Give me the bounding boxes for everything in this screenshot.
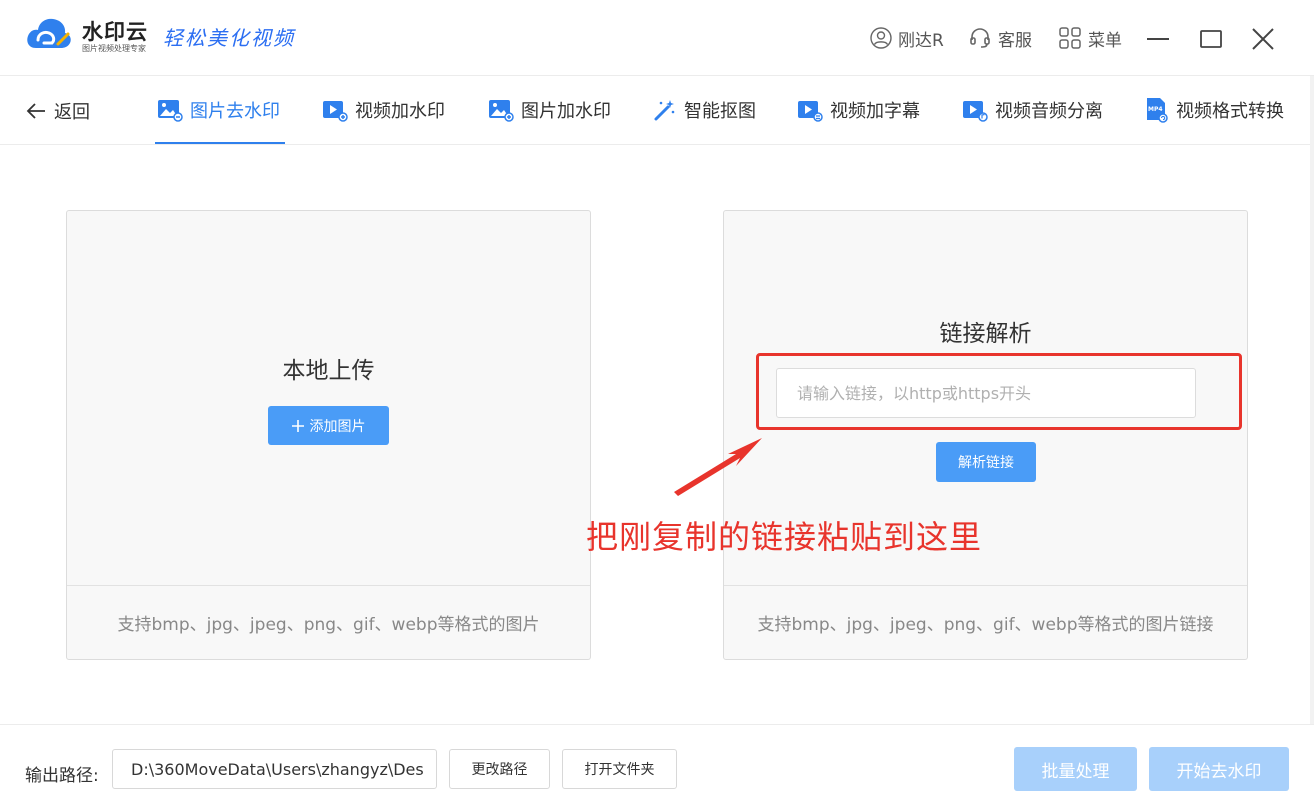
add-image-button[interactable]: 添加图片	[268, 406, 389, 445]
cloud-logo-icon	[27, 18, 71, 48]
annotation-arrow-icon	[674, 438, 762, 496]
batch-process-button[interactable]: 批量处理	[1014, 747, 1137, 791]
minimize-button[interactable]	[1143, 24, 1173, 54]
tab-label: 图片加水印	[521, 101, 611, 122]
video-add-icon	[323, 101, 348, 122]
tab-video-format-conversion[interactable]: MP4 视频格式转换	[1145, 97, 1284, 123]
close-icon	[1252, 28, 1274, 50]
tab-image-add-watermark[interactable]: 图片加水印	[488, 97, 611, 123]
menu-button[interactable]: 菜单	[1058, 24, 1122, 52]
change-path-button[interactable]: 更改路径	[449, 749, 550, 789]
active-tab-indicator	[155, 142, 285, 144]
tab-label: 图片去水印	[190, 101, 280, 122]
bottom-bar: 输出路径: D:\360MoveData\Users\zhangyz\Des 更…	[0, 724, 1314, 810]
parse-link-button[interactable]: 解析链接	[936, 442, 1036, 482]
annotation-text: 把刚复制的链接粘贴到这里	[586, 518, 983, 556]
tab-smart-cutout[interactable]: 智能抠图	[653, 97, 756, 123]
feature-nav-bar: 返回 图片去水印 视频加水印 图片加水印 智能抠图 视频加字幕 视频音频分离 M…	[0, 76, 1314, 145]
close-button[interactable]	[1248, 24, 1278, 54]
local-upload-formats: 支持bmp、jpg、jpeg、png、gif、webp等格式的图片	[67, 585, 590, 659]
minimize-icon	[1147, 38, 1169, 40]
title-bar: 水印云 图片视频处理专家 轻松美化视频 刚达R 客服 菜单	[0, 0, 1314, 76]
tab-label: 视频音频分离	[995, 101, 1103, 122]
local-upload-card[interactable]: 本地上传 添加图片 支持bmp、jpg、jpeg、png、gif、webp等格式…	[66, 210, 591, 660]
maximize-button[interactable]	[1196, 24, 1226, 54]
tab-video-add-subtitles[interactable]: 视频加字幕	[797, 97, 920, 123]
mp4-file-icon: MP4	[1147, 98, 1168, 123]
headset-icon	[970, 28, 990, 48]
grid-menu-icon	[1059, 27, 1081, 49]
annotation-highlight-box	[756, 353, 1242, 430]
window-right-edge	[1310, 76, 1314, 724]
arrow-left-icon	[26, 103, 45, 119]
image-add-icon	[489, 100, 514, 122]
plus-icon	[291, 419, 304, 432]
add-image-label: 添加图片	[309, 418, 366, 435]
video-audio-icon	[963, 101, 988, 122]
start-remove-watermark-button[interactable]: 开始去水印	[1149, 747, 1289, 791]
magic-wand-icon	[654, 100, 675, 121]
customer-service-button[interactable]: 客服	[968, 24, 1032, 52]
user-name: 刚达R	[898, 30, 944, 51]
menu-label: 菜单	[1088, 30, 1122, 51]
image-icon	[158, 100, 183, 122]
tab-label: 视频格式转换	[1176, 101, 1284, 122]
brand-subtitle: 图片视频处理专家	[82, 44, 146, 53]
maximize-icon	[1200, 30, 1222, 48]
output-path-field[interactable]: D:\360MoveData\Users\zhangyz\Des	[112, 749, 437, 789]
local-upload-title: 本地上传	[282, 358, 375, 384]
tab-label: 视频加水印	[355, 101, 445, 122]
tab-label: 智能抠图	[684, 101, 756, 122]
video-subtitle-icon	[798, 101, 823, 122]
output-path-label: 输出路径:	[25, 766, 99, 786]
link-parse-title: 链接解析	[939, 321, 1032, 347]
mp4-badge-text: MP4	[1148, 106, 1163, 113]
back-button[interactable]: 返回	[26, 98, 90, 124]
parse-link-label: 解析链接	[958, 455, 1014, 471]
tab-image-watermark-removal[interactable]: 图片去水印	[157, 97, 280, 123]
user-account[interactable]: 刚达R	[870, 24, 944, 52]
tab-video-add-watermark[interactable]: 视频加水印	[322, 97, 445, 123]
tab-label: 视频加字幕	[830, 101, 920, 122]
back-label: 返回	[54, 102, 90, 123]
link-parse-formats: 支持bmp、jpg、jpeg、png、gif、webp等格式的图片链接	[724, 585, 1247, 659]
brand-slogan: 轻松美化视频	[163, 26, 295, 50]
user-icon	[870, 27, 892, 49]
link-parse-card: 链接解析 解析链接 支持bmp、jpg、jpeg、png、gif、webp等格式…	[723, 210, 1248, 660]
tab-video-audio-separation[interactable]: 视频音频分离	[962, 97, 1103, 123]
brand-name: 水印云	[82, 20, 148, 44]
open-folder-button[interactable]: 打开文件夹	[562, 749, 677, 789]
service-label: 客服	[998, 30, 1032, 51]
